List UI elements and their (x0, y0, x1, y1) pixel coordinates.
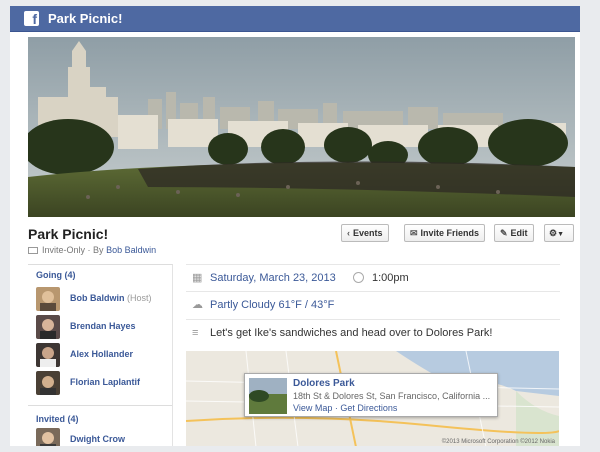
facebook-logo-icon[interactable]: f (24, 11, 39, 26)
pencil-icon: ✎ (500, 228, 508, 238)
privacy-label: Invite-Only (42, 245, 86, 255)
avatar[interactable] (36, 371, 60, 395)
avatar[interactable] (36, 287, 60, 311)
map-copyright: ©2013 Microsoft Corporation ©2012 Nokia (441, 439, 555, 445)
guest-name[interactable]: Bob Baldwin (Host) (70, 293, 152, 303)
edit-label: Edit (510, 228, 528, 238)
location-map[interactable]: Dolores Park 18th St & Dolores St, San F… (186, 351, 559, 446)
host-tag: (Host) (127, 293, 152, 303)
guest-name[interactable]: Brendan Hayes (70, 321, 136, 331)
get-directions-link[interactable]: Get Directions (340, 403, 397, 413)
edit-button[interactable]: ✎ Edit (494, 224, 534, 242)
envelope-icon: ✉ (410, 228, 418, 238)
invite-friends-button[interactable]: ✉ Invite Friends (404, 224, 486, 242)
invited-header[interactable]: Invited (4) (28, 406, 172, 426)
weather-cloud-icon: ☁ (192, 299, 203, 311)
app-title: Park Picnic! (48, 11, 123, 26)
event-date[interactable]: Saturday, March 23, 2013 (210, 272, 336, 284)
event-time: 1:00pm (372, 272, 409, 284)
text-lines-icon: ≡ (192, 327, 199, 339)
location-thumbnail[interactable] (249, 378, 287, 414)
date-time-row: ▦ Saturday, March 23, 2013 1:00pm (186, 264, 560, 292)
location-address: 18th St & Dolores St, San Francisco, Cal… (293, 391, 491, 401)
link-separator: · (334, 403, 338, 413)
by-prefix: · By (87, 245, 104, 255)
events-button-label: Events (353, 228, 383, 238)
guest-row[interactable]: Brendan Hayes (28, 313, 172, 341)
event-description: Let's get Ike's sandwiches and head over… (210, 327, 493, 339)
guest-row[interactable]: Alex Hollander (28, 341, 172, 369)
avatar[interactable] (36, 315, 60, 339)
guest-row[interactable]: Bob Baldwin (Host) (28, 285, 172, 313)
clock-icon (353, 272, 364, 283)
view-map-link[interactable]: View Map (293, 403, 332, 413)
calendar-icon: ▦ (192, 272, 203, 284)
guest-sidebar: Going (4) Bob Baldwin (Host) Brendan Hay… (28, 264, 173, 446)
chevron-down-icon: ▼ (557, 231, 565, 238)
host-link[interactable]: Bob Baldwin (106, 245, 156, 255)
event-meta: Invite-Only · By Bob Baldwin (28, 245, 156, 255)
going-header[interactable]: Going (4) (28, 265, 172, 285)
location-links: View Map · Get Directions (293, 403, 397, 413)
event-details: ▦ Saturday, March 23, 2013 1:00pm ☁ Part… (186, 264, 560, 348)
event-header: Park Picnic! Invite-Only · By Bob Baldwi… (28, 224, 575, 260)
guest-name[interactable]: Florian Laplantif (70, 377, 140, 387)
events-button[interactable]: ‹ Events (341, 224, 389, 242)
avatar[interactable] (36, 343, 60, 367)
location-card: Dolores Park 18th St & Dolores St, San F… (244, 373, 498, 417)
chevron-left-icon: ‹ (347, 228, 350, 238)
top-bar: f Park Picnic! (10, 6, 580, 32)
guest-row[interactable]: Dwight Crow (28, 426, 172, 446)
envelope-icon (28, 247, 38, 255)
description-row: ≡ Let's get Ike's sandwiches and head ov… (186, 320, 560, 348)
guest-row[interactable]: Florian Laplantif (28, 369, 172, 397)
weather-row: ☁ Partly Cloudy 61°F / 43°F (186, 292, 560, 320)
gear-icon: ⚙ (549, 228, 558, 238)
guest-name[interactable]: Alex Hollander (70, 349, 133, 359)
cover-photo (28, 37, 575, 217)
event-title: Park Picnic! (28, 226, 109, 242)
settings-dropdown-button[interactable]: ⚙▼ (544, 224, 574, 242)
event-page: f Park Picnic! Park Picnic! Invite-Only … (10, 6, 580, 446)
location-name[interactable]: Dolores Park (293, 378, 355, 389)
avatar[interactable] (36, 428, 60, 446)
guest-name[interactable]: Dwight Crow (70, 434, 125, 444)
weather-text: Partly Cloudy 61°F / 43°F (210, 299, 335, 311)
invite-friends-label: Invite Friends (420, 228, 480, 238)
